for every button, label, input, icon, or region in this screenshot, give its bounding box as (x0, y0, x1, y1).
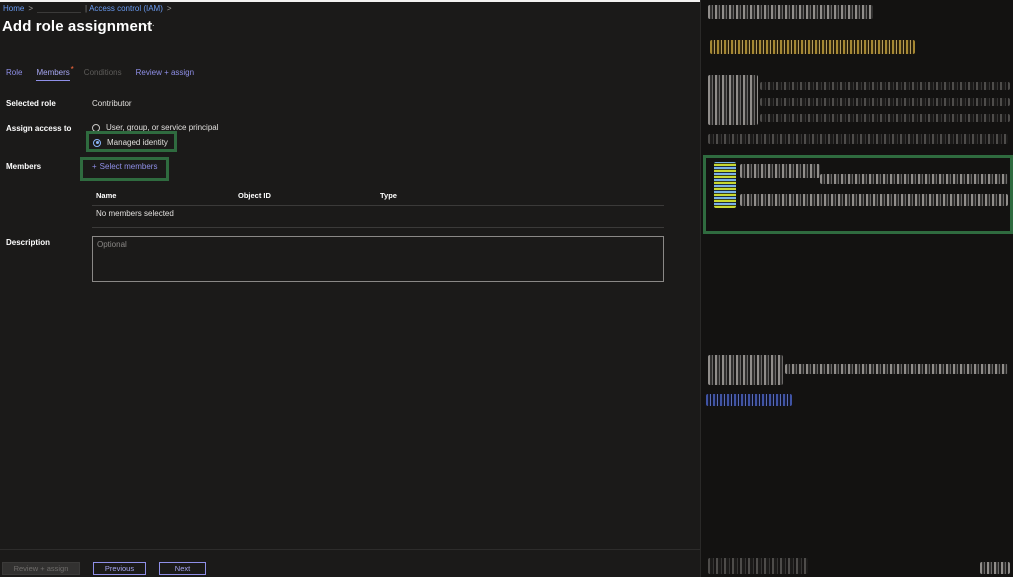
table-empty-row: No members selected (96, 209, 174, 218)
table-bottom-divider (92, 227, 664, 228)
tab-conditions-label: Conditions (83, 68, 122, 77)
selected-role-value: Contributor (92, 99, 132, 108)
redacted-text-block (708, 75, 758, 125)
breadcrumb-home[interactable]: Home (3, 4, 24, 13)
review-assign-button[interactable]: Review + assign (2, 562, 80, 575)
redacted-text-block (760, 82, 1010, 90)
more-options-icon[interactable]: ··· (145, 20, 155, 31)
page-title: Add role assignment (2, 18, 153, 35)
redacted-text-block (760, 114, 1010, 122)
chevron-right-icon: > (28, 4, 34, 13)
footer-divider (0, 549, 700, 550)
highlight-box-identity-list (703, 155, 1013, 234)
breadcrumb-pipe: | (85, 4, 88, 13)
column-header-type: Type (380, 191, 397, 200)
redacted-text-block (708, 5, 873, 19)
selected-role-label: Selected role (6, 99, 56, 108)
previous-button[interactable]: Previous (93, 562, 146, 575)
redacted-text-block (710, 40, 915, 54)
redacted-button-block (980, 562, 1010, 574)
chevron-right-icon: > (166, 4, 172, 13)
table-header-divider (92, 205, 664, 206)
description-input[interactable] (97, 240, 637, 249)
tab-review-assign[interactable]: Review + assign (136, 68, 194, 81)
tab-role-label: Role (6, 68, 23, 77)
tab-members[interactable]: Members * (36, 65, 74, 81)
tab-members-label: Members (36, 68, 70, 77)
redacted-text-block (760, 98, 1010, 106)
members-label: Members (6, 162, 42, 171)
column-header-object-id: Object ID (238, 191, 271, 200)
description-textarea-frame (92, 236, 664, 282)
description-label: Description (6, 238, 51, 247)
column-header-name: Name (96, 191, 117, 200)
redacted-button-block (708, 558, 808, 574)
assign-access-label: Assign access to (6, 124, 72, 133)
highlight-box-select-members (80, 157, 169, 181)
tab-role[interactable]: Role (6, 68, 22, 81)
tab-conditions[interactable]: Conditions (84, 68, 122, 81)
required-asterisk: * (70, 65, 74, 74)
breadcrumb: Home > | Access control (IAM) > (3, 4, 176, 13)
redacted-text-block (708, 355, 783, 385)
tab-review-assign-label: Review + assign (135, 68, 195, 77)
redacted-text-block (708, 134, 1008, 144)
wizard-tabs: Role Members * Conditions Review + assign (6, 65, 208, 81)
next-button[interactable]: Next (159, 562, 206, 575)
redacted-resource-name (37, 4, 82, 13)
redacted-text-block (785, 364, 1008, 374)
breadcrumb-access-control[interactable]: Access control (IAM) (89, 4, 163, 13)
highlight-box-managed-identity (86, 131, 177, 152)
redacted-link-block (706, 394, 792, 406)
